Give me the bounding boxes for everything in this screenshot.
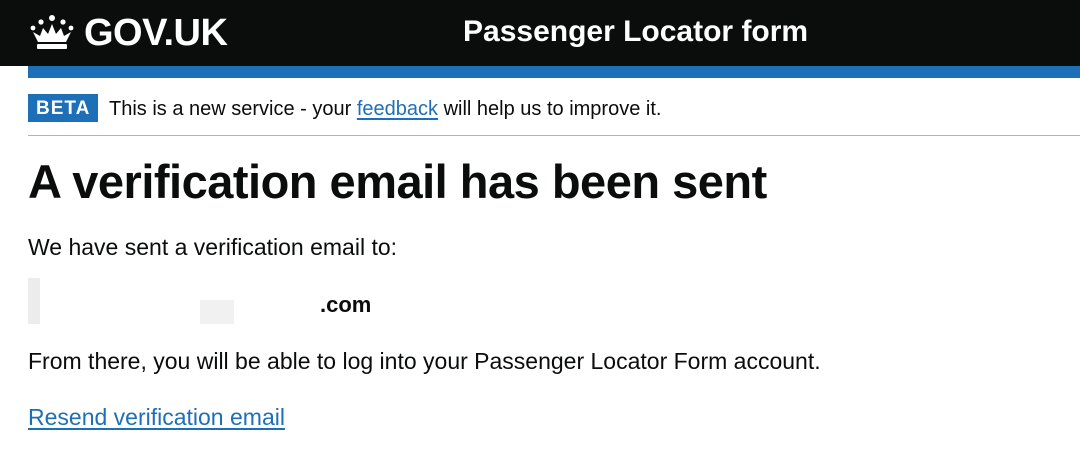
header-blue-bar (28, 66, 1080, 78)
resend-verification-link[interactable]: Resend verification email (28, 402, 285, 432)
beta-tag: BETA (28, 94, 99, 122)
phase-banner: BETA This is a new service - your feedba… (28, 94, 1080, 136)
govuk-logo-link[interactable]: GOV.UK (28, 10, 228, 56)
email-suffix: .com (320, 292, 372, 317)
redacted-email-part (200, 300, 234, 324)
sent-to-text: We have sent a verification email to: (28, 234, 398, 260)
feedback-link[interactable]: feedback (357, 98, 438, 120)
phase-text-before: This is a new service - your (109, 98, 357, 120)
login-info-text: From there, you will be able to log into… (28, 348, 821, 374)
email-address: .com (28, 276, 428, 326)
crown-icon (30, 15, 74, 49)
site-header: GOV.UK Passenger Locator form (0, 0, 1080, 66)
service-name-link[interactable]: Passenger Locator form (463, 12, 808, 52)
logo-text: GOV.UK (84, 11, 228, 54)
redacted-email-part (28, 278, 40, 324)
page-title: A verification email has been sent (28, 155, 767, 208)
phase-banner-text: This is a new service - your feedback wi… (109, 96, 661, 122)
phase-text-after: will help us to improve it. (438, 98, 662, 120)
